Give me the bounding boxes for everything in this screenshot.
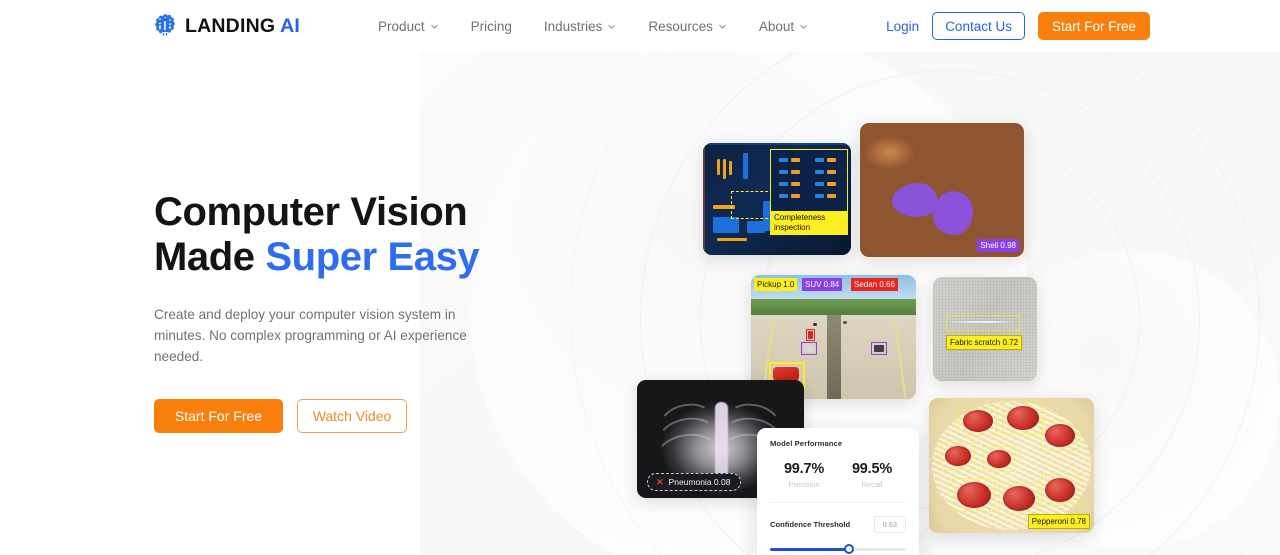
suv-bounding-box [801,342,817,355]
pepperoni-bounding-box [959,406,997,436]
pepperoni-detection-label: Pepperoni 0.78 [1027,514,1090,529]
pneumonia-label: Pneumonia 0.08 [668,477,731,487]
pneumonia-status-badge: ✕ Pneumonia 0.08 [647,473,742,491]
nav-item-label: Industries [543,18,603,34]
hero-title-accent: Super Easy [265,235,480,279]
landing-page: LANDING AI Product Pricing Industries Re… [0,0,1280,555]
hero-title-plain: Made [154,235,266,279]
pcb-component [729,161,732,175]
pepperoni-bounding-box [1041,474,1079,506]
circuit-board-inspection-card[interactable]: Completeness inspection [703,143,851,255]
nav-item-pricing[interactable]: Pricing [455,13,528,40]
fabric-scratch-label: Fabric scratch 0.72 [946,335,1023,350]
pepperoni-bounding-box [953,478,995,512]
completeness-inspection-label-line-1: Completeness [774,213,826,222]
divider [770,502,906,503]
slider-thumb[interactable] [843,544,854,554]
model-performance-title: Model Performance [770,439,843,448]
hero-start-for-free-button[interactable]: Start For Free [154,399,283,433]
model-performance-card: Model Performance 99.7% Precision 99.5% … [757,428,919,555]
shell-segmentation-mask [933,191,973,235]
slider-fill [770,548,849,551]
precision-label: Precision [788,480,820,489]
suv-detection-label: SUV 0.84 [802,278,843,291]
hero-content: Computer Vision Made Super Easy Create a… [154,190,554,433]
red-x-icon: ✕ [656,476,664,487]
page-title: Computer Vision Made Super Easy [154,190,554,280]
pepperoni-bounding-box [1003,402,1043,434]
pepperoni-bounding-box [941,442,975,470]
confidence-threshold-label: Confidence Threshold [770,520,851,529]
hero-title-line-2: Made Super Easy [154,235,554,280]
completeness-inspection-label: Completeness inspection [771,211,847,234]
fabric-scratch-bounding-box [946,315,1020,331]
road-median [826,315,841,399]
pcb-component [743,153,748,179]
brand-name-main: LANDING [185,14,276,37]
hero-title-line-1: Computer Vision [154,190,468,234]
sedan-bounding-box [806,329,815,341]
pcb-component [713,217,739,233]
vehicle [843,321,847,324]
inspection-zoom-panel: Completeness inspection [770,149,848,235]
confidence-threshold-slider[interactable] [770,544,906,554]
shell-detection-label: Shell 0.98 [977,239,1019,252]
brand-logo[interactable]: LANDING AI [152,13,300,39]
model-performance-metrics: 99.7% Precision 99.5% Recall [770,461,906,489]
fabric-defect-card[interactable]: Fabric scratch 0.72 [933,277,1037,381]
recall-value: 99.5% [851,461,893,477]
site-header: LANDING AI Product Pricing Industries Re… [0,0,1280,52]
pickup-detection-label: Pickup 1.0 [754,278,798,291]
pcb-component [717,159,720,175]
header-actions: Login Contact Us Start For Free [886,12,1150,40]
confidence-threshold-value[interactable]: 0.63 [873,516,906,533]
sedan-detection-label: Sedan 0.66 [851,278,898,291]
recall-label: Recall [861,480,883,489]
nav-item-label: Pricing [470,18,512,34]
nav-item-label: About [758,18,795,34]
suv-bounding-box [871,342,887,355]
header-start-for-free-button[interactable]: Start For Free [1037,12,1150,40]
confidence-threshold-row: Confidence Threshold 0.63 [770,516,906,533]
login-link[interactable]: Login [886,19,919,34]
landing-ai-gear-icon [154,13,176,37]
pepperoni-bounding-box [1041,420,1079,451]
precision-value: 99.7% [783,461,825,477]
completeness-inspection-label-line-2: inspection [774,222,811,232]
recall-metric: 99.5% Recall [838,461,906,489]
inspection-source-region [731,191,773,219]
chevron-down-icon [608,24,616,29]
nav-item-industries[interactable]: Industries [528,13,633,40]
watch-video-button[interactable]: Watch Video [297,399,407,433]
hero-subtitle: Create and deploy your computer vision s… [154,307,467,364]
contact-us-button[interactable]: Contact Us [932,12,1025,40]
almond-segmentation-card[interactable]: Shell 0.98 [860,123,1024,257]
nav-item-about[interactable]: About [743,13,824,40]
nav-item-label: Product [378,18,425,34]
main-nav: Product Pricing Industries Resources Abo… [362,13,824,40]
brand-name: LANDING AI [185,15,300,38]
pizza-pepperoni-card[interactable]: Pepperoni 0.78 [929,398,1094,533]
chevron-down-icon [719,24,726,29]
pcb-component [723,159,726,179]
hero-cta-group: Start For Free Watch Video [154,399,554,433]
chevron-down-icon [800,24,807,29]
pcb-component [717,238,747,241]
vehicle [813,323,817,326]
nav-item-resources[interactable]: Resources [632,13,743,40]
precision-metric: 99.7% Precision [770,461,838,489]
pepperoni-bounding-box [999,482,1039,515]
shell-segmentation-mask [892,183,938,217]
chevron-down-icon [430,24,438,29]
pepperoni-bounding-box [983,446,1015,472]
brand-name-accent: AI [280,14,301,37]
nav-item-label: Resources [648,18,713,34]
nav-item-product[interactable]: Product [362,13,455,40]
